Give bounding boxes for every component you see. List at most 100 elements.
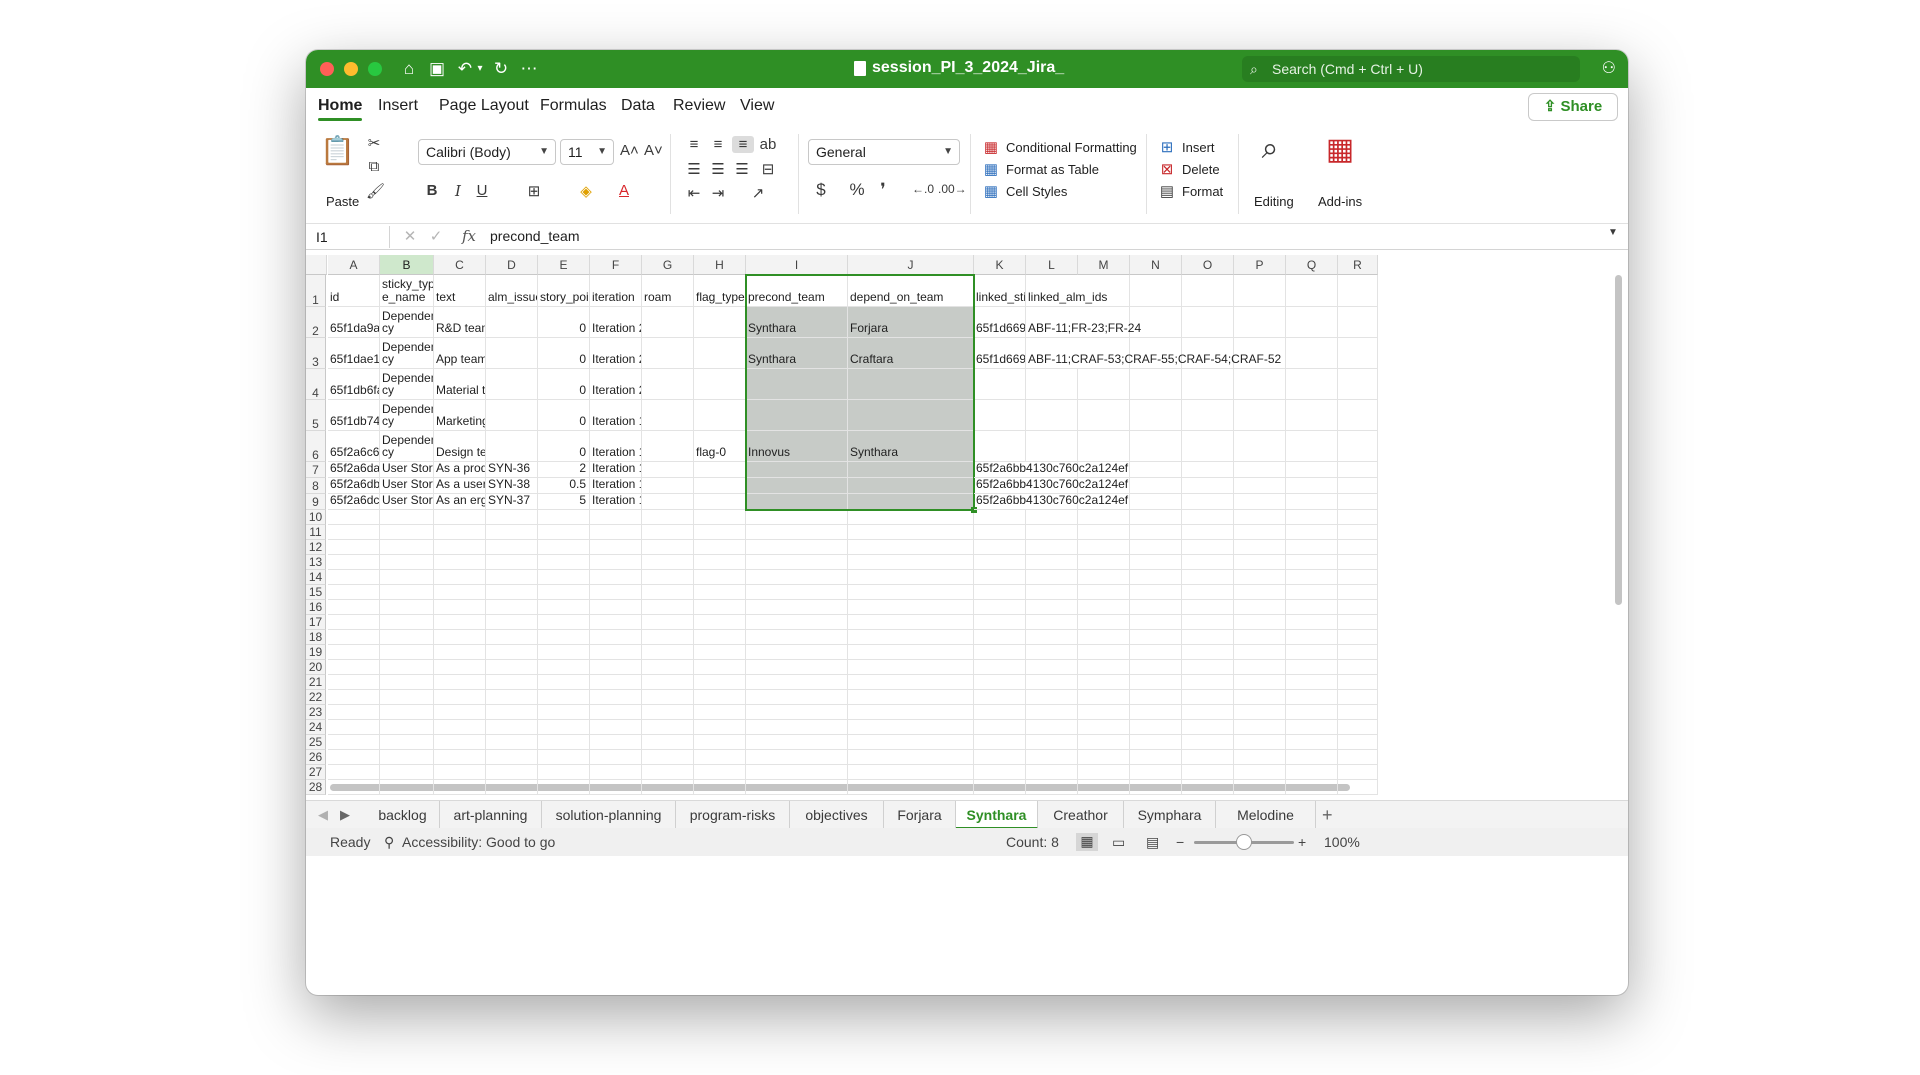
cell-j17[interactable] bbox=[848, 615, 974, 630]
wrap-text-icon[interactable]: ab bbox=[758, 136, 778, 153]
cell-e13[interactable] bbox=[538, 555, 590, 570]
cell-c16[interactable] bbox=[434, 600, 486, 615]
cell-n19[interactable] bbox=[1130, 645, 1182, 660]
cell-i25[interactable] bbox=[746, 735, 848, 750]
sheet-tab-objectives[interactable]: objectives bbox=[790, 801, 884, 829]
cell-d4[interactable] bbox=[486, 369, 538, 400]
cell-o24[interactable] bbox=[1182, 720, 1234, 735]
cell-e15[interactable] bbox=[538, 585, 590, 600]
cell-g11[interactable] bbox=[642, 525, 694, 540]
cell-j11[interactable] bbox=[848, 525, 974, 540]
cell-o20[interactable] bbox=[1182, 660, 1234, 675]
cell-j12[interactable] bbox=[848, 540, 974, 555]
cell-n14[interactable] bbox=[1130, 570, 1182, 585]
cell-m16[interactable] bbox=[1078, 600, 1130, 615]
cell-g5[interactable] bbox=[642, 400, 694, 431]
cell-i21[interactable] bbox=[746, 675, 848, 690]
cell-o18[interactable] bbox=[1182, 630, 1234, 645]
cell-e6[interactable]: 0 bbox=[538, 431, 590, 462]
cell-n6[interactable] bbox=[1130, 431, 1182, 462]
row-header[interactable]: 14 bbox=[306, 570, 326, 585]
row-header[interactable]: 22 bbox=[306, 690, 326, 705]
cell-p14[interactable] bbox=[1234, 570, 1286, 585]
cell-n13[interactable] bbox=[1130, 555, 1182, 570]
cell-d6[interactable] bbox=[486, 431, 538, 462]
cell-q17[interactable] bbox=[1286, 615, 1338, 630]
cell-l23[interactable] bbox=[1026, 705, 1078, 720]
cell-i17[interactable] bbox=[746, 615, 848, 630]
cell-c8[interactable]: As a user ex bbox=[434, 478, 486, 494]
cell-k1[interactable]: linked_stic bbox=[974, 275, 1026, 307]
cell-j27[interactable] bbox=[848, 765, 974, 780]
increase-font-icon[interactable]: A˄ bbox=[620, 142, 639, 159]
cell-m10[interactable] bbox=[1078, 510, 1130, 525]
decrease-font-icon[interactable]: A˅ bbox=[644, 142, 663, 159]
cell-f13[interactable] bbox=[590, 555, 642, 570]
cell-a18[interactable] bbox=[328, 630, 380, 645]
cell-l27[interactable] bbox=[1026, 765, 1078, 780]
vertical-scrollbar[interactable] bbox=[1615, 275, 1622, 605]
cell-g19[interactable] bbox=[642, 645, 694, 660]
cell-d13[interactable] bbox=[486, 555, 538, 570]
cell-e9[interactable]: 5 bbox=[538, 494, 590, 510]
row-header[interactable]: 25 bbox=[306, 735, 326, 750]
cell-p15[interactable] bbox=[1234, 585, 1286, 600]
cell-n16[interactable] bbox=[1130, 600, 1182, 615]
fill-color-icon[interactable]: ◈ bbox=[576, 182, 596, 200]
cell-p21[interactable] bbox=[1234, 675, 1286, 690]
cell-p11[interactable] bbox=[1234, 525, 1286, 540]
cancel-icon[interactable]: ✕ bbox=[402, 227, 418, 245]
cell-m5[interactable] bbox=[1078, 400, 1130, 431]
cell-p10[interactable] bbox=[1234, 510, 1286, 525]
decrease-decimal-icon[interactable]: .00→ bbox=[938, 182, 967, 196]
row-header[interactable]: 21 bbox=[306, 675, 326, 690]
row-header[interactable]: 26 bbox=[306, 750, 326, 765]
row-header[interactable]: 15 bbox=[306, 585, 326, 600]
paste-label[interactable]: Paste bbox=[326, 194, 359, 209]
cell-d17[interactable] bbox=[486, 615, 538, 630]
column-header-d[interactable]: D bbox=[486, 255, 538, 275]
format-cells-button[interactable]: Format bbox=[1182, 184, 1223, 199]
cell-e25[interactable] bbox=[538, 735, 590, 750]
cell-l2[interactable]: ABF-11;FR-23;FR-24 bbox=[1026, 307, 1141, 338]
sheet-tab-melodine[interactable]: Melodine bbox=[1216, 801, 1316, 829]
cell-c12[interactable] bbox=[434, 540, 486, 555]
cell-a12[interactable] bbox=[328, 540, 380, 555]
column-header-c[interactable]: C bbox=[434, 255, 486, 275]
cell-a9[interactable]: 65f2a6dcal bbox=[328, 494, 380, 510]
cell-j15[interactable] bbox=[848, 585, 974, 600]
cell-m21[interactable] bbox=[1078, 675, 1130, 690]
cell-b16[interactable] bbox=[380, 600, 434, 615]
cell-h2[interactable] bbox=[694, 307, 746, 338]
cell-l14[interactable] bbox=[1026, 570, 1078, 585]
cell-h12[interactable] bbox=[694, 540, 746, 555]
cell-m27[interactable] bbox=[1078, 765, 1130, 780]
cell-d7[interactable]: SYN-36 bbox=[486, 462, 538, 478]
cell-c15[interactable] bbox=[434, 585, 486, 600]
cell-c7[interactable]: As a produc bbox=[434, 462, 486, 478]
cell-f15[interactable] bbox=[590, 585, 642, 600]
cell-c10[interactable] bbox=[434, 510, 486, 525]
cell-o25[interactable] bbox=[1182, 735, 1234, 750]
cell-r1[interactable] bbox=[1338, 275, 1378, 307]
cell-r9[interactable] bbox=[1338, 494, 1378, 510]
tab-data[interactable]: Data bbox=[621, 97, 655, 115]
cell-n20[interactable] bbox=[1130, 660, 1182, 675]
cell-r25[interactable] bbox=[1338, 735, 1378, 750]
cell-p28[interactable] bbox=[1234, 780, 1286, 795]
cell-h13[interactable] bbox=[694, 555, 746, 570]
cell-f16[interactable] bbox=[590, 600, 642, 615]
share-button[interactable]: ⇪ Share bbox=[1528, 93, 1618, 121]
row-header[interactable]: 27 bbox=[306, 765, 326, 780]
cell-l21[interactable] bbox=[1026, 675, 1078, 690]
undo-dropdown-icon[interactable]: ▾ bbox=[474, 58, 486, 80]
cell-f8[interactable]: Iteration 1 bbox=[590, 478, 642, 494]
cell-b21[interactable] bbox=[380, 675, 434, 690]
format-painter-icon[interactable]: 🖌 bbox=[366, 182, 385, 200]
column-header-p[interactable]: P bbox=[1234, 255, 1286, 275]
cell-l24[interactable] bbox=[1026, 720, 1078, 735]
cell-k16[interactable] bbox=[974, 600, 1026, 615]
cell-e24[interactable] bbox=[538, 720, 590, 735]
cut-icon[interactable]: ✂ bbox=[366, 134, 382, 152]
cell-j24[interactable] bbox=[848, 720, 974, 735]
